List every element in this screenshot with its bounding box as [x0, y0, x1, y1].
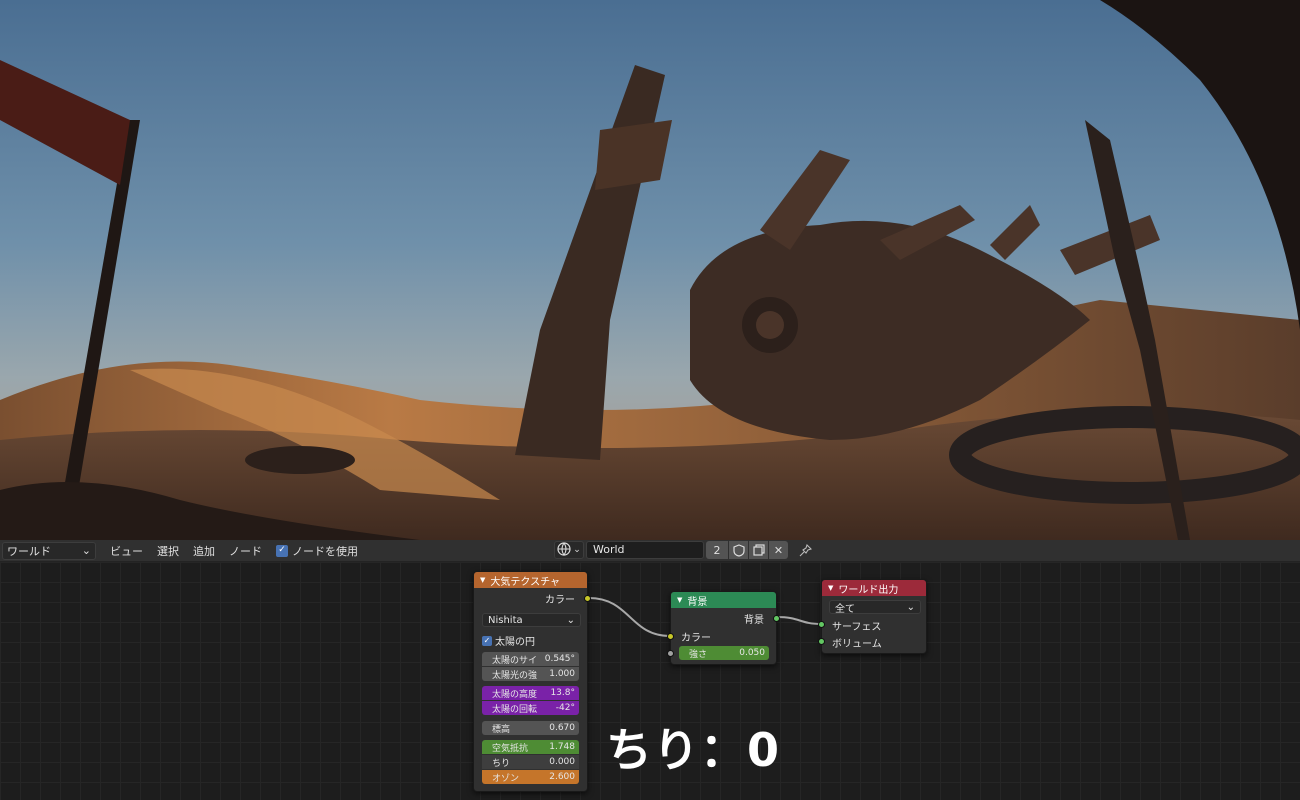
sun-elevation-label: 太陽の高度 — [492, 689, 538, 700]
link-sky-to-background — [588, 597, 671, 637]
sun-rotation-label: 太陽の回転 — [492, 704, 538, 715]
volume-input-label: ボリューム — [832, 638, 882, 650]
fake-user-shield-icon[interactable] — [729, 541, 748, 559]
desert-render-image — [0, 0, 1300, 540]
sun-intensity-label: 太陽光の強 — [492, 670, 538, 681]
chevron-down-icon: ⌄ — [81, 544, 91, 557]
world-output-node[interactable]: ▼ ワールド出力 全て ⌄ サーフェス ボリューム — [818, 579, 927, 654]
checkbox-icon[interactable]: ✓ — [276, 544, 288, 557]
output-target-select[interactable]: 全て ⌄ — [829, 600, 921, 615]
sun-elevation-field[interactable]: 太陽の高度 13.8° — [482, 686, 579, 700]
chevron-down-icon: ⌄ — [906, 601, 915, 613]
air-density-value: 1.748 — [549, 742, 575, 752]
world-output-node-header[interactable]: ▼ ワールド出力 — [822, 580, 926, 596]
sun-rotation-field[interactable]: 太陽の回転 -42° — [482, 701, 579, 715]
strength-field[interactable]: 強さ 0.050 — [679, 646, 769, 660]
overlay-caption: ちり：0 — [606, 723, 781, 777]
background-color-input-socket[interactable] — [667, 633, 674, 640]
menu-view[interactable]: ビュー — [110, 543, 143, 559]
output-target-value: 全て — [835, 603, 855, 615]
strength-label: 強さ — [689, 649, 708, 660]
background-output-socket[interactable] — [773, 615, 780, 622]
strength-value: 0.050 — [739, 648, 765, 658]
background-color-input-label: カラー — [681, 632, 711, 644]
sun-size-label: 太陽のサイ — [492, 655, 538, 666]
air-density-field[interactable]: 空気抵抗 1.748 — [482, 740, 579, 754]
sky-node-title: 大気テクスチャ — [490, 576, 560, 588]
ozone-density-label: オゾン — [492, 773, 520, 784]
sun-disc-checkbox[interactable]: ✓ 太陽の円 — [482, 633, 535, 648]
air-density-label: 空気抵抗 — [492, 743, 529, 754]
node-editor-header: ワールド ⌄ ビュー 選択 追加 ノード ✓ ノードを使用 ⌄ World 2 … — [0, 540, 1300, 562]
world-browse-button[interactable]: ⌄ — [554, 541, 584, 559]
sky-type-select[interactable]: Nishita ⌄ — [482, 613, 581, 627]
collapse-triangle-icon[interactable]: ▼ — [828, 584, 833, 592]
use-nodes-label: ノードを使用 — [292, 544, 358, 558]
altitude-label: 標高 — [492, 724, 511, 735]
collapse-triangle-icon[interactable]: ▼ — [677, 596, 682, 604]
menu-node[interactable]: ノード — [229, 543, 262, 559]
sky-type-value: Nishita — [488, 614, 523, 626]
sky-texture-node[interactable]: ▼ 大気テクスチャ カラー Nishita ⌄ ✓ 太陽の円 太陽のサイ 0.5… — [473, 571, 591, 792]
sun-disc-label: 太陽の円 — [495, 637, 535, 648]
pin-icon[interactable] — [796, 541, 814, 559]
globe-icon — [557, 541, 571, 559]
sun-size-field[interactable]: 太陽のサイ 0.545° — [482, 652, 579, 666]
world-name-field[interactable]: World — [586, 541, 704, 559]
altitude-field[interactable]: 標高 0.670 — [482, 721, 579, 735]
background-node-header[interactable]: ▼ 背景 — [671, 592, 776, 608]
background-node[interactable]: ▼ 背景 背景 カラー 強さ 0.050 — [667, 591, 780, 665]
link-background-to-output — [776, 616, 822, 625]
collapse-triangle-icon[interactable]: ▼ — [480, 576, 485, 584]
chevron-down-icon: ⌄ — [566, 614, 575, 626]
background-output-label: 背景 — [744, 614, 764, 626]
render-viewport[interactable] — [0, 0, 1300, 540]
close-icon[interactable]: ✕ — [769, 541, 788, 559]
sun-size-value: 0.545° — [544, 654, 575, 664]
strength-input-socket[interactable] — [667, 650, 674, 657]
menu-add[interactable]: 追加 — [193, 543, 215, 559]
sky-color-output-label: カラー — [545, 594, 575, 606]
altitude-value: 0.670 — [549, 723, 575, 733]
ozone-density-value: 2.600 — [549, 772, 575, 782]
dust-density-label: ちり — [492, 758, 511, 769]
background-node-title: 背景 — [687, 596, 708, 608]
volume-input-socket[interactable] — [818, 638, 825, 645]
sun-rotation-value: -42° — [555, 703, 575, 713]
sun-elevation-value: 13.8° — [550, 688, 575, 698]
sky-node-header[interactable]: ▼ 大気テクスチャ — [474, 572, 587, 588]
surface-input-label: サーフェス — [832, 621, 882, 633]
shader-type-select[interactable]: ワールド ⌄ — [2, 541, 96, 560]
surface-input-socket[interactable] — [818, 621, 825, 628]
user-count-badge[interactable]: 2 — [706, 541, 728, 559]
shader-type-label: ワールド — [7, 544, 51, 558]
sun-intensity-value: 1.000 — [549, 669, 575, 679]
blender-window: ワールド ⌄ ビュー 選択 追加 ノード ✓ ノードを使用 ⌄ World 2 … — [0, 0, 1300, 800]
world-output-node-title: ワールド出力 — [838, 584, 899, 596]
dust-density-value: 0.000 — [549, 757, 575, 767]
duplicate-icon[interactable] — [749, 541, 768, 559]
checkbox-icon[interactable]: ✓ — [482, 635, 492, 646]
chevron-down-icon: ⌄ — [573, 545, 581, 555]
sun-intensity-field[interactable]: 太陽光の強 1.000 — [482, 667, 579, 681]
dust-density-field[interactable]: ちり 0.000 — [482, 755, 579, 769]
menu-select[interactable]: 選択 — [157, 543, 179, 559]
sky-color-output-socket[interactable] — [584, 595, 591, 602]
ozone-density-field[interactable]: オゾン 2.600 — [482, 770, 579, 784]
use-nodes-toggle[interactable]: ✓ ノードを使用 — [276, 543, 358, 559]
